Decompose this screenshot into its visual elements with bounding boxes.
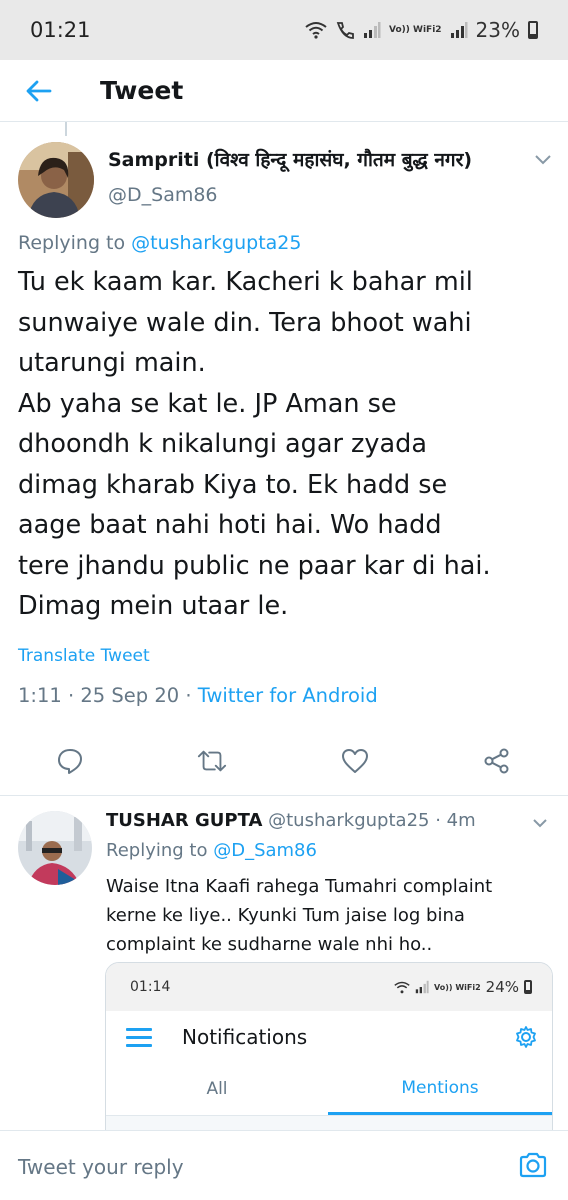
signal-icon	[364, 22, 381, 38]
like-button[interactable]	[340, 746, 370, 776]
reply-composer[interactable]: Tweet your reply	[0, 1130, 568, 1200]
reply-line: kerne ke liye.. Kyunki Tum jaise log bin…	[106, 905, 465, 926]
share-icon	[484, 748, 509, 774]
embed-status-icons: Vo)) WiFi2 24%	[394, 978, 532, 996]
retweet-icon	[197, 750, 227, 772]
like-icon	[342, 749, 368, 773]
author-name[interactable]: Sampriti (विश्व हिन्दू महासंघ, गौतम बुद्…	[108, 146, 472, 172]
tweet-line: utarungi main.	[18, 348, 206, 378]
tweet-meta: 1:11 · 25 Sep 20 · Twitter for Android	[18, 684, 378, 707]
translate-tweet-link[interactable]: Translate Tweet	[18, 646, 150, 666]
author-handle[interactable]: @D_Sam86	[108, 184, 218, 206]
embed-tab-all: All	[206, 1079, 228, 1099]
wifi-call-icon	[336, 22, 354, 39]
reply-replying-prefix: Replying to	[106, 840, 214, 861]
embed-battery-icon	[524, 980, 532, 994]
battery-icon	[528, 21, 538, 39]
embed-network-label: Vo)) WiFi2	[433, 982, 481, 992]
thread-line	[65, 122, 67, 136]
embed-signal-icon	[415, 980, 429, 994]
embed-battery-level: 24%	[485, 978, 519, 996]
replying-mention[interactable]: @tusharkgupta25	[131, 232, 301, 254]
replying-to: Replying to @tusharkgupta25	[18, 232, 301, 254]
tweet-source-link[interactable]: Twitter for Android	[198, 684, 378, 707]
camera-icon[interactable]	[518, 1151, 548, 1179]
tweet-line: dhoondh k nikalungi agar zyada	[18, 429, 427, 459]
app-bar: Tweet	[0, 60, 568, 122]
embed-status-bar: 01:14 Vo)) WiFi2 24%	[106, 963, 552, 1011]
menu-icon	[126, 1023, 152, 1052]
chevron-down-icon[interactable]	[534, 154, 552, 166]
reply-input-placeholder[interactable]: Tweet your reply	[18, 1155, 184, 1179]
reply-line: complaint ke sudharne wale nhi ho..	[106, 934, 433, 955]
embed-status-time: 01:14	[130, 979, 171, 995]
tweet-line: Dimag mein utaar le.	[18, 591, 289, 621]
tweet-line: tere jhandu public ne paar kar di hai.	[18, 550, 491, 581]
battery-level: 23%	[475, 18, 520, 42]
embed-tab-mentions: Mentions	[328, 1063, 552, 1115]
gear-icon	[516, 1026, 536, 1048]
reply-author-name[interactable]: TUSHAR GUPTA	[106, 810, 262, 831]
reply-replying-to: Replying to @D_Sam86	[106, 840, 317, 861]
page-title: Tweet	[100, 76, 184, 105]
back-arrow-icon	[26, 80, 52, 101]
embed-tabs: All Mentions	[106, 1063, 552, 1115]
reply-time: · 4m	[429, 810, 476, 831]
tweet-text: Tu ek kaam kar. Kacheri k bahar mil sunw…	[18, 262, 558, 627]
reply-button[interactable]	[55, 746, 85, 776]
reply-chevron-down-icon[interactable]	[532, 818, 548, 828]
signal-2-icon	[450, 22, 468, 38]
status-bar: 01:21 Vo)) WiFi2 23%	[0, 0, 568, 60]
embed-wifi-icon	[394, 981, 410, 993]
tweet-timestamp: 1:11 · 25 Sep 20 ·	[18, 684, 198, 707]
reply-header: TUSHAR GUPTA @tusharkgupta25 · 4m	[106, 810, 476, 831]
reply-author-handle[interactable]: @tusharkgupta25	[268, 810, 429, 831]
reply-line: Waise Itna Kaafi rahega Tumahri complain…	[106, 876, 493, 897]
share-button[interactable]	[482, 746, 512, 776]
reply-author-avatar[interactable]	[18, 811, 92, 885]
embed-header: Notifications	[106, 1011, 552, 1063]
wifi-icon	[305, 22, 327, 39]
tweet-line: dimag kharab Kiya to. Ek hadd se	[18, 469, 448, 500]
reply-icon	[58, 749, 82, 774]
embed-title: Notifications	[182, 1025, 308, 1049]
status-icons: Vo)) WiFi2 23%	[305, 18, 538, 42]
tweet-line: aage baat nahi hoti hai. Wo hadd	[18, 510, 442, 540]
back-button[interactable]	[0, 60, 78, 122]
reply-text: Waise Itna Kaafi rahega Tumahri complain…	[106, 872, 492, 959]
retweet-button[interactable]	[197, 746, 227, 776]
tweet-line: sunwaiye wale din. Tera bhoot wahi	[18, 307, 472, 338]
author-avatar[interactable]	[18, 142, 94, 218]
replying-prefix: Replying to	[18, 232, 132, 254]
tweet-line: Ab yaha se kat le. JP Aman se	[18, 388, 397, 419]
tweet-line: Tu ek kaam kar. Kacheri k bahar mil	[18, 267, 473, 297]
divider	[0, 795, 568, 796]
network-label: Vo)) WiFi2	[389, 24, 442, 35]
reply-replying-mention[interactable]: @D_Sam86	[213, 840, 317, 861]
status-time: 01:21	[30, 18, 91, 42]
